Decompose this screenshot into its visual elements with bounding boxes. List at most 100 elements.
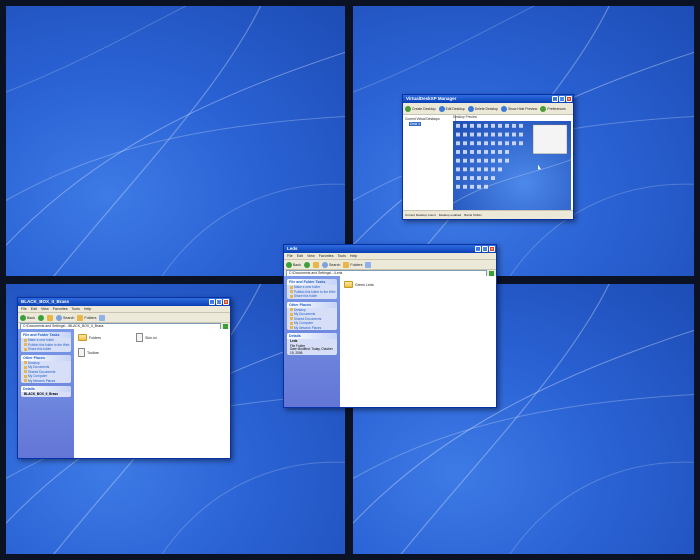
other-places-panel: Other Places Desktop My Documents Shared… [21, 354, 71, 384]
forward-arrow-icon[interactable] [304, 261, 310, 268]
task-pane: File and Folder Tasks Make a new folder … [18, 329, 74, 458]
preview-label: Desktop Preview [453, 115, 477, 119]
search-icon [56, 314, 62, 321]
folder-icon [344, 281, 353, 288]
minimize-button[interactable]: _ [552, 96, 558, 102]
desktop-top-left [6, 6, 345, 276]
file-item[interactable]: Skin.ini [136, 333, 157, 342]
menu-file[interactable]: File [287, 253, 293, 259]
delete-desktop-button[interactable]: Delete Desktop [467, 105, 498, 112]
maximize-button[interactable]: □ [559, 96, 565, 102]
menu-bar: File Edit View Favorites Tools Help [18, 306, 230, 313]
menu-tools[interactable]: Tools [338, 253, 346, 259]
details-panel: Details BLACK_BOX_II_Brass [21, 386, 71, 397]
title-bar[interactable]: Leds _ □ × [284, 245, 496, 253]
place-item[interactable]: My Network Places [21, 379, 71, 384]
preview-image[interactable] [453, 121, 571, 210]
search-icon [322, 261, 328, 268]
folder-icon [77, 314, 84, 321]
task-item[interactable]: Share this folder [287, 294, 337, 299]
delete-icon [467, 105, 474, 112]
file-list[interactable]: Folders Skin.ini Toolbar [74, 329, 230, 458]
file-folder-tasks-panel: File and Folder Tasks Make a new folder … [287, 279, 337, 299]
title-bar[interactable]: VirtualDeskXP Manager _ □ × [403, 95, 573, 103]
document-icon [78, 348, 85, 357]
forward-arrow-icon[interactable] [38, 314, 44, 321]
create-desktop-button[interactable]: Create Desktop [405, 105, 436, 112]
place-item[interactable]: My Network Places [287, 326, 337, 331]
search-button[interactable]: Search [322, 261, 340, 268]
task-pane: File and Folder Tasks Make a new folder … [284, 276, 340, 407]
wallpaper-swirl [6, 6, 345, 276]
task-item[interactable]: Share this folder [21, 347, 71, 352]
window-title: Leds [287, 246, 298, 251]
status-desktop-count: Current Desktop Count [405, 213, 436, 217]
details-name: BLACK_BOX_II_Brass [24, 392, 59, 396]
edit-icon [438, 105, 445, 112]
explorer-window-black-box[interactable]: BLACK_BOX_II_Brass _ □ × File Edit View … [17, 297, 231, 459]
status-bar: Current Desktop Count Desktop enabled Ba… [403, 210, 573, 219]
window-title: BLACK_BOX_II_Brass [21, 299, 70, 304]
close-button[interactable]: × [489, 246, 495, 252]
window-title: VirtualDeskXP Manager [406, 96, 457, 101]
back-arrow-icon [20, 314, 26, 321]
views-icon[interactable] [365, 261, 372, 268]
maximize-button[interactable]: □ [216, 299, 222, 305]
folder-icon [78, 334, 87, 341]
monitor-icon [405, 105, 411, 112]
back-button[interactable]: Back [286, 261, 301, 268]
preview-icon [500, 105, 507, 112]
other-places-panel: Other Places Desktop My Documents Shared… [287, 301, 337, 331]
desktop-preview: Desktop Preview [453, 115, 571, 210]
close-button[interactable]: × [566, 96, 572, 102]
folders-button[interactable]: Folders [77, 314, 96, 321]
file-folder-tasks-panel: File and Folder Tasks Make a new folder … [21, 332, 71, 352]
views-icon[interactable] [99, 314, 106, 321]
up-folder-icon[interactable] [313, 261, 319, 268]
menu-favorites[interactable]: Favorites [319, 253, 334, 259]
close-button[interactable]: × [223, 299, 229, 305]
status-barrel: Barrel Shifter [464, 213, 482, 217]
toolbar: Back Search Folders [18, 313, 230, 323]
maximize-button[interactable]: □ [482, 246, 488, 252]
details-date: Date Modified: Today, October 19, 2006 [290, 347, 333, 355]
preview-desktop-icons [453, 123, 571, 204]
file-item[interactable]: Toolbar [78, 348, 99, 357]
menu-help[interactable]: Help [84, 306, 91, 312]
tree-item-desk[interactable]: Desk 4 [409, 122, 421, 126]
minimize-button[interactable]: _ [209, 299, 215, 305]
details-panel: Details Leds File Folder Date Modified: … [287, 333, 337, 356]
file-list[interactable]: Green Leds [340, 276, 496, 407]
folder-icon [343, 261, 350, 268]
show-hide-preview-button[interactable]: Show Hide Preview [500, 105, 537, 112]
document-icon [136, 333, 143, 342]
tree-root[interactable]: Current Virtual Desktops [405, 117, 453, 121]
edit-desktop-button[interactable]: Edit Desktop [438, 105, 465, 112]
status-enabled: Desktop enabled [438, 213, 462, 217]
folders-button[interactable]: Folders [343, 261, 362, 268]
preferences-button[interactable]: Preferences [540, 105, 566, 112]
search-button[interactable]: Search [56, 314, 74, 321]
toolbar: Back Search Folders [284, 260, 496, 270]
menu-favorites[interactable]: Favorites [53, 306, 68, 312]
file-item[interactable]: Folders [78, 334, 101, 341]
menu-tools[interactable]: Tools [72, 306, 80, 312]
menu-view[interactable]: View [41, 306, 49, 312]
minimize-button[interactable]: _ [475, 246, 481, 252]
file-item[interactable]: Green Leds [344, 281, 374, 288]
menu-help[interactable]: Help [350, 253, 357, 259]
gear-icon [540, 105, 547, 112]
menu-view[interactable]: View [307, 253, 315, 259]
back-arrow-icon [286, 261, 292, 268]
toolbar: Create Desktop Edit Desktop Delete Deskt… [403, 103, 573, 115]
menu-file[interactable]: File [21, 306, 27, 312]
menu-edit[interactable]: Edit [31, 306, 37, 312]
title-bar[interactable]: BLACK_BOX_II_Brass _ □ × [18, 298, 230, 306]
explorer-window-leds[interactable]: Leds _ □ × File Edit View Favorites Tool… [283, 244, 497, 408]
menu-edit[interactable]: Edit [297, 253, 303, 259]
virtualdesk-manager-window[interactable]: VirtualDeskXP Manager _ □ × Create Deskt… [402, 94, 574, 220]
up-folder-icon[interactable] [47, 314, 53, 321]
desktop-tree[interactable]: Current Virtual Desktops Desk 4 [403, 115, 456, 210]
menu-bar: File Edit View Favorites Tools Help [284, 253, 496, 260]
back-button[interactable]: Back [20, 314, 35, 321]
